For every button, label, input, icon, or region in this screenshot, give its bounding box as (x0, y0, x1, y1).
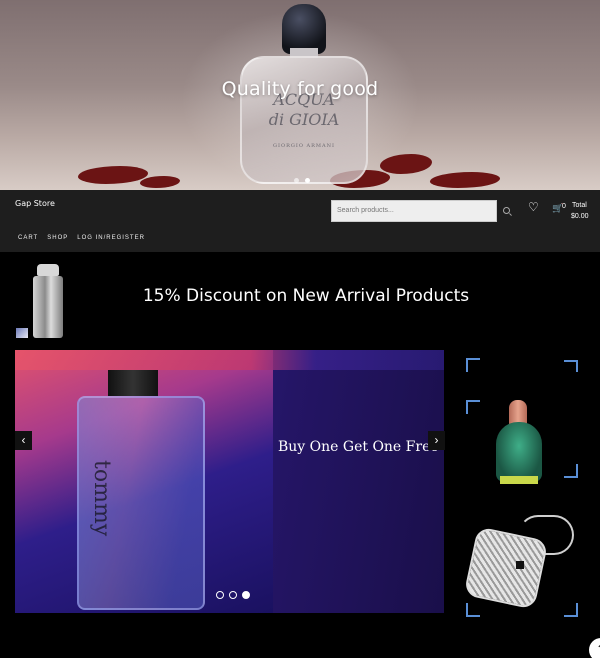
slider-dot-1[interactable] (216, 591, 224, 599)
chevron-right-icon[interactable]: › (428, 431, 445, 450)
search-input[interactable]: Search products... (331, 200, 497, 222)
rose-petal (78, 166, 148, 184)
nav-item-cart[interactable]: CART (18, 235, 38, 241)
product-slider: tommy Buy One Get One Free (15, 350, 444, 613)
ring-image (464, 526, 549, 610)
search-icon[interactable] (503, 207, 510, 214)
rose-petal (140, 176, 180, 188)
chevron-up-icon[interactable]: ⌃ (589, 638, 600, 658)
slider-dot-2[interactable] (229, 591, 237, 599)
frame-corner (564, 603, 578, 617)
slider-perfume-cap (108, 370, 158, 396)
cart-total-amount[interactable]: $0.00 (571, 213, 589, 220)
ring-stone (516, 561, 524, 569)
hero-dot-1[interactable] (294, 178, 299, 183)
promo-perfume-image (31, 264, 65, 338)
promo-perfume-cap (37, 264, 59, 276)
perfume-cap (282, 4, 326, 54)
site-logo[interactable]: Gap Store (15, 199, 55, 208)
promo-thumbnail (16, 328, 28, 338)
cart-count[interactable]: 0 (562, 203, 566, 210)
frame-corner (466, 603, 480, 617)
perfume-brand: GIORGIO ARMANI (273, 143, 335, 149)
cart-total-label[interactable]: Total (572, 202, 587, 209)
featured-ring-thumbnail[interactable] (464, 511, 578, 621)
heart-icon[interactable]: ♡ (528, 201, 539, 213)
slider-top-band (15, 350, 444, 370)
perfume-label-line2: di GIOIA (268, 110, 340, 129)
main-nav: CART SHOP LOG IN/REGISTER (18, 235, 145, 241)
promo-perfume-body (33, 276, 63, 338)
hero-title: Quality for good (221, 78, 379, 100)
frame-corner (466, 358, 480, 372)
slider-dot-3[interactable] (242, 591, 250, 599)
hero-pagination (294, 178, 310, 183)
slider-caption: Buy One Get One Free (278, 439, 439, 455)
slider-pagination (216, 591, 250, 599)
nav-item-shop[interactable]: SHOP (47, 235, 68, 241)
discount-heading: 15% Discount on New Arrival Products (142, 286, 470, 306)
frame-corner (466, 400, 480, 414)
site-header: Gap Store Search products... ♡ 🛒 0 Total… (0, 190, 600, 252)
featured-perfume-body (496, 422, 542, 482)
slider-perfume-brand: tommy (89, 460, 114, 537)
featured-perfume-base (500, 476, 538, 484)
chevron-left-icon[interactable]: ‹ (15, 431, 32, 450)
nav-item-login-register[interactable]: LOG IN/REGISTER (77, 235, 145, 241)
featured-perfume-cap (509, 400, 527, 424)
hero-banner: ACQUA di GIOIA GIORGIO ARMANI Quality fo… (0, 0, 600, 190)
rose-petal (380, 154, 432, 174)
frame-corner (564, 464, 578, 478)
rose-petal (430, 172, 500, 188)
featured-perfume-thumbnail[interactable] (464, 372, 578, 490)
hero-dot-2[interactable] (305, 178, 310, 183)
